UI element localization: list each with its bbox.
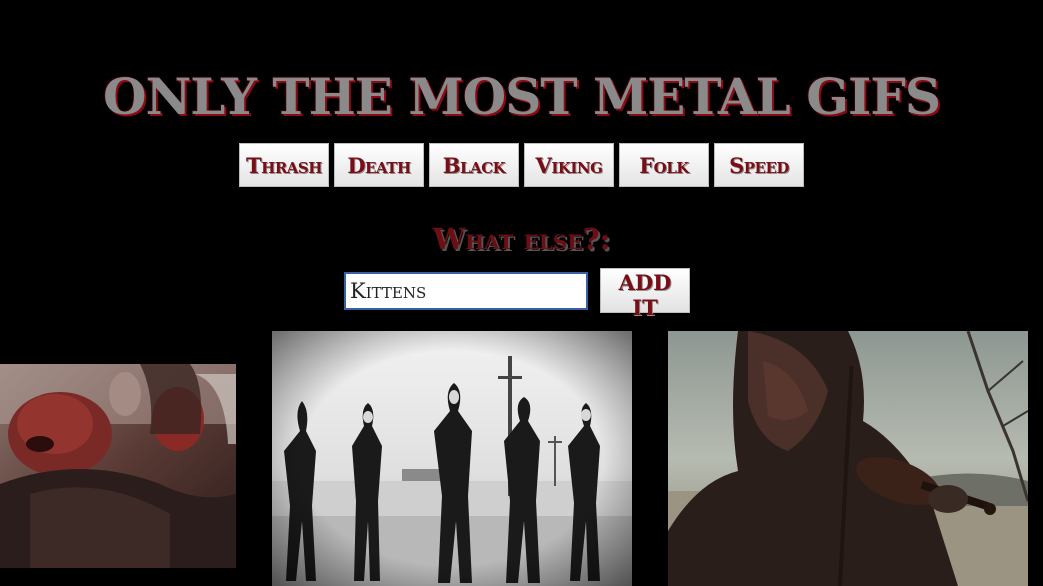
add-it-button[interactable]: Add it xyxy=(600,268,690,320)
add-genre-prompt: What else?: xyxy=(432,222,611,256)
gif-image-3 xyxy=(668,331,1028,586)
gif-image xyxy=(0,364,236,568)
gif-image-1 xyxy=(0,364,236,568)
genre-button-thrash[interactable]: Thrash xyxy=(239,143,329,187)
genre-button-speed[interactable]: Speed xyxy=(714,143,804,187)
add-genre-form: Add it xyxy=(344,268,690,320)
gif-image-2 xyxy=(272,331,632,586)
page-title: Only the most metal gifs xyxy=(103,66,941,126)
gif-image xyxy=(668,331,1028,586)
genre-button-folk[interactable]: Folk xyxy=(619,143,709,187)
genre-button-viking[interactable]: Viking xyxy=(524,143,614,187)
page: Only the most metal gifs Thrash Death Bl… xyxy=(0,0,1043,586)
genre-button-black[interactable]: Black xyxy=(429,143,519,187)
genre-button-death[interactable]: Death xyxy=(334,143,424,187)
gif-image xyxy=(272,331,632,586)
genre-input[interactable] xyxy=(344,271,588,310)
genre-button-bar: Thrash Death Black Viking Folk Speed xyxy=(239,143,804,187)
